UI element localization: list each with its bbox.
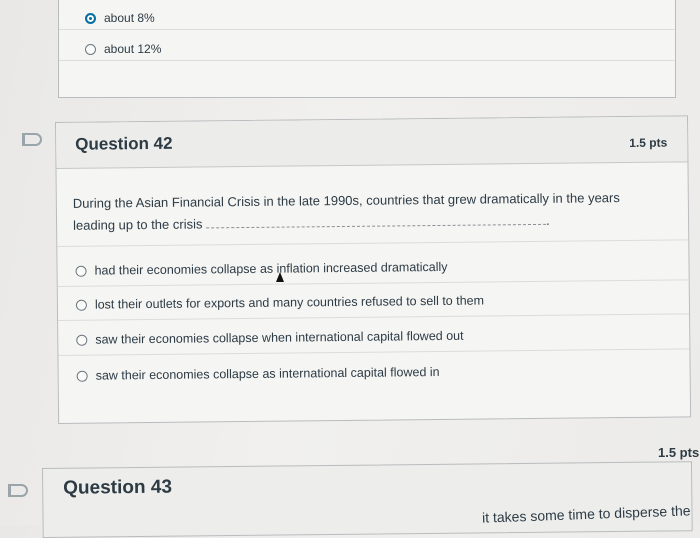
fill-in-blank: [205, 211, 547, 229]
answer-option-label: lost their outlets for exports and many …: [94, 293, 485, 312]
answer-option[interactable]: had their economies collapse as inflatio…: [75, 259, 448, 278]
question-text-line: During the Asian Financial Crisis in the…: [72, 190, 620, 211]
bookmark-flag-icon[interactable]: [22, 133, 42, 146]
answer-option-label: about 8%: [104, 11, 155, 25]
radio-button-icon[interactable]: [75, 265, 87, 277]
answer-option-label: had their economies collapse as inflatio…: [94, 259, 448, 278]
radio-button-icon[interactable]: [76, 334, 88, 346]
question-43-panel: Question 43: [42, 461, 693, 538]
option-divider: [58, 313, 690, 321]
answer-option-label: saw their economies collapse when intern…: [95, 328, 464, 347]
radio-button-icon[interactable]: [75, 299, 87, 311]
option-divider: [57, 279, 689, 287]
radio-selected-icon[interactable]: [85, 12, 96, 24]
answer-option[interactable]: about 12%: [85, 42, 161, 56]
option-divider: [59, 29, 675, 30]
answer-option[interactable]: saw their economies collapse as internat…: [76, 364, 440, 383]
answer-option-label: saw their economies collapse as internat…: [95, 364, 440, 383]
answer-option-label: about 12%: [104, 42, 162, 56]
option-divider: [57, 239, 689, 247]
answer-option[interactable]: lost their outlets for exports and many …: [75, 293, 485, 312]
question-title: Question 43: [63, 476, 173, 499]
answer-option[interactable]: about 8%: [85, 11, 155, 25]
question-points: 1.5 pts: [629, 135, 668, 150]
question-points: 1.5 pts: [658, 445, 700, 460]
option-divider: [59, 60, 675, 61]
question-42-panel: Question 42 1.5 pts During the Asian Fin…: [55, 115, 692, 424]
option-divider: [58, 348, 690, 356]
bookmark-flag-icon[interactable]: [8, 484, 28, 497]
radio-button-icon[interactable]: [76, 370, 88, 382]
blank-end: .: [545, 212, 550, 228]
question-text-line: leading up to the crisis: [73, 216, 203, 233]
question-header: Question 42 1.5 pts: [56, 116, 688, 169]
answer-option[interactable]: saw their economies collapse when intern…: [76, 328, 464, 347]
radio-button-icon[interactable]: [85, 43, 96, 55]
previous-question-panel: about 8% about 12%: [58, 0, 676, 98]
question-text: During the Asian Financial Crisis in the…: [73, 187, 663, 237]
mouse-cursor-icon: [276, 272, 284, 282]
question-title: Question 42: [75, 133, 173, 154]
